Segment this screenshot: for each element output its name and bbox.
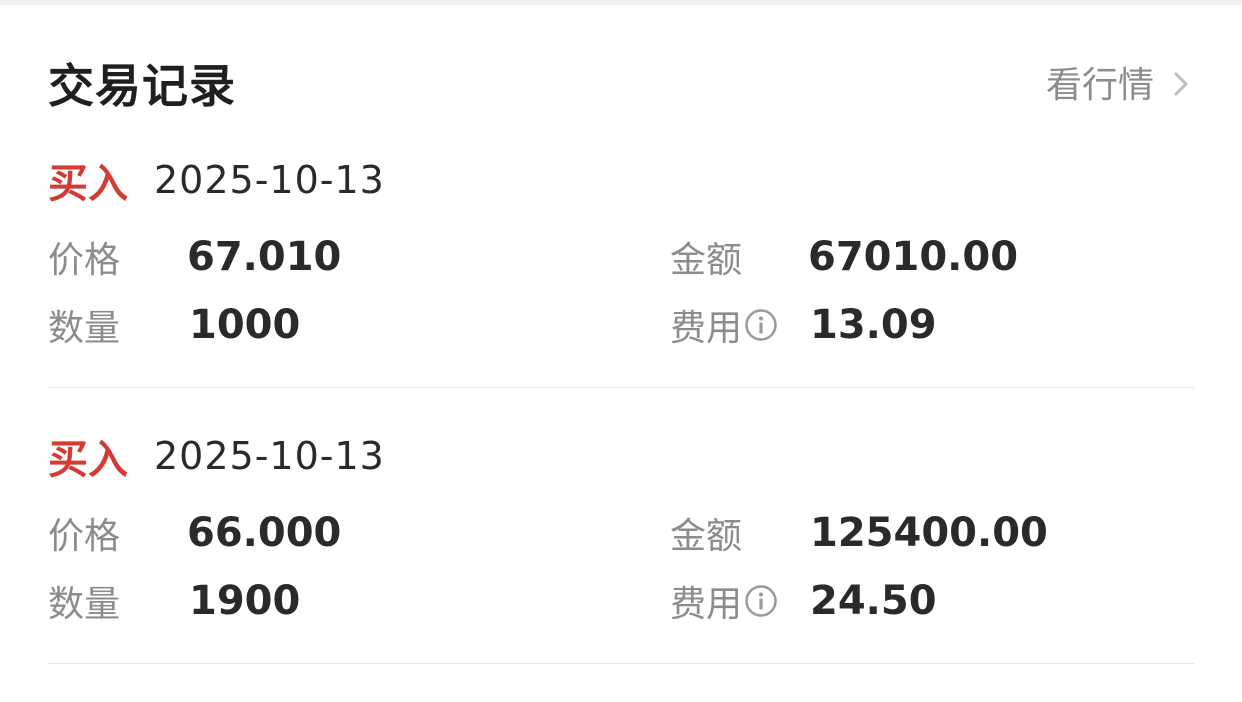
trade-record[interactable]: 买入 2025-10-13 价格 66.000 金额 125400.00 数量 … — [48, 426, 1194, 702]
amount-value: 125400.00 — [810, 510, 1048, 556]
fee-field: 费用 — [670, 297, 778, 353]
fee-label: 费用 — [670, 308, 743, 349]
amount-field: 金额 — [670, 229, 742, 285]
quantity-field: 数量 — [48, 297, 120, 353]
quantity-label: 数量 — [48, 584, 121, 625]
header: 交易记录 看行情 — [48, 42, 1194, 113]
fee-value: 24.50 — [810, 578, 937, 624]
page-title: 交易记录 — [48, 59, 236, 113]
fee-label-wrap: 费用 — [670, 575, 778, 627]
info-icon[interactable] — [744, 584, 778, 618]
price-value: 66.000 — [187, 510, 342, 556]
trade-type: 买入 — [48, 161, 128, 207]
trade-record[interactable]: 买入 2025-10-13 价格 67.010 金额 67010.00 数量 1… — [48, 150, 1194, 426]
record-header: 买入 2025-10-13 — [48, 150, 385, 210]
amount-field: 金额 — [670, 505, 742, 561]
fee-label-wrap: 费用 — [670, 299, 778, 351]
quantity-value: 1900 — [189, 578, 301, 624]
trade-date: 2025-10-13 — [154, 434, 385, 478]
trade-date: 2025-10-13 — [154, 158, 385, 202]
quantity-field: 数量 — [48, 573, 120, 629]
chevron-right-icon — [1168, 67, 1194, 97]
view-market-label: 看行情 — [1045, 65, 1154, 106]
amount-value: 67010.00 — [808, 234, 1019, 280]
record-divider — [48, 663, 1194, 664]
record-header: 买入 2025-10-13 — [48, 426, 385, 486]
fee-value: 13.09 — [810, 302, 937, 348]
fee-label: 费用 — [670, 584, 743, 625]
record-divider — [48, 387, 1194, 388]
info-icon[interactable] — [744, 308, 778, 342]
fee-field: 费用 — [670, 573, 778, 629]
trade-type: 买入 — [48, 437, 128, 483]
price-field: 价格 — [48, 505, 120, 561]
price-field: 价格 — [48, 229, 120, 285]
amount-label: 金额 — [670, 240, 743, 281]
top-separator — [0, 0, 1242, 5]
price-label: 价格 — [48, 240, 121, 281]
price-value: 67.010 — [187, 234, 342, 280]
quantity-value: 1000 — [189, 302, 301, 348]
view-market-link[interactable]: 看行情 — [1046, 56, 1194, 108]
quantity-label: 数量 — [48, 308, 121, 349]
price-label: 价格 — [48, 516, 121, 557]
amount-label: 金额 — [670, 516, 743, 557]
